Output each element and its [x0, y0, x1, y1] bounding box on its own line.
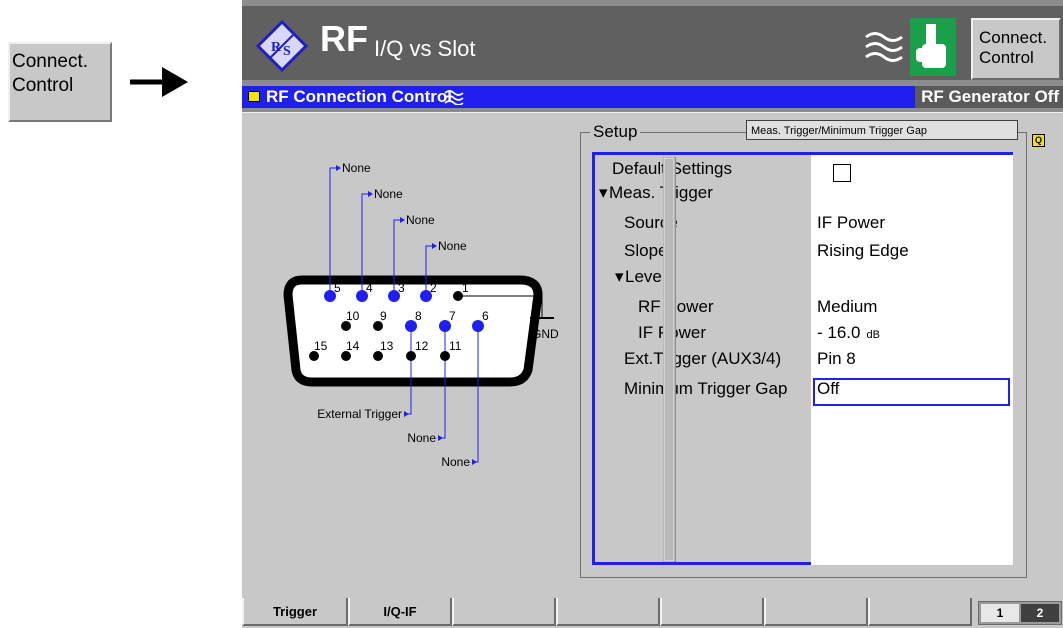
row-value: IF Power — [817, 213, 886, 232]
row-ext-trigger[interactable]: Ext.Trigger (AUX3/4) Pin 8 — [595, 349, 1010, 373]
svg-text:S: S — [283, 44, 291, 59]
pin-number: 7 — [449, 309, 456, 323]
pin-number: 1 — [462, 281, 469, 295]
softkey-tab-bar: Trigger I/Q-IF 1 2 — [242, 598, 1063, 628]
tab-empty-6[interactable] — [764, 598, 868, 626]
row-value: Pin 8 — [817, 349, 856, 368]
pin-label-8: External Trigger — [317, 407, 402, 421]
page-selector[interactable]: 1 2 — [978, 601, 1062, 625]
menu-wave-icon — [444, 90, 464, 105]
instrument-screen: R S RF I/Q vs Slot Connect. Control RF C… — [242, 0, 1063, 628]
pin-number: 4 — [366, 281, 373, 295]
pin-label-4: None — [374, 187, 403, 201]
app-subtitle: I/Q vs Slot — [374, 36, 476, 61]
external-button-line2: Control — [12, 75, 74, 96]
hand-pointer-icon[interactable] — [910, 18, 956, 76]
row-value: - 16.0 dB — [817, 323, 880, 343]
rf-wave-icon — [865, 32, 903, 62]
pin-number: 13 — [380, 339, 394, 353]
row-label: Meas. Trigger — [609, 183, 713, 202]
pin-label-6: None — [441, 455, 470, 469]
row-label: Slope — [624, 241, 668, 260]
tab-trigger[interactable]: Trigger — [242, 598, 348, 626]
pin-number: 9 — [380, 309, 387, 323]
pin-label-5: None — [342, 161, 371, 175]
pin-label-7: None — [407, 431, 436, 445]
menu-bar: RF Connection Control RF Generator Off — [242, 86, 1063, 108]
ground-label: GND — [532, 327, 559, 341]
pin-number: 2 — [430, 281, 437, 295]
pin-number: 15 — [314, 339, 328, 353]
tab-empty-3[interactable] — [452, 598, 556, 626]
aux-connector-diagram: 5 4 3 2 1 10 9 8 7 6 15 14 13 12 11 None… — [283, 161, 559, 469]
selected-field[interactable] — [813, 378, 1010, 406]
connect-control-line1: Connect. — [979, 28, 1048, 47]
pin-label-2: None — [438, 239, 467, 253]
pin-number: 8 — [415, 309, 422, 323]
row-source[interactable]: Source IF Power — [595, 213, 1010, 237]
collapse-triangle-icon[interactable]: ▾ — [615, 267, 624, 287]
collapse-triangle-icon[interactable]: ▾ — [599, 183, 608, 203]
app-title: RF — [320, 18, 368, 59]
external-connect-control-button[interactable]: Connect. Control — [8, 42, 112, 122]
row-label: Level — [625, 267, 666, 286]
row-rf-power[interactable]: RF Power Medium — [595, 297, 1010, 321]
page-2-button[interactable]: 2 — [1021, 604, 1059, 622]
row-label: Minimum Trigger Gap — [624, 379, 788, 398]
menu-indicator-icon — [248, 91, 260, 102]
rf-generator-status: RF Generator Off — [915, 86, 1063, 108]
row-label: Ext.Trigger (AUX3/4) — [624, 349, 782, 368]
if-power-value: - 16.0 — [817, 323, 861, 342]
pin-label-3: None — [406, 213, 435, 227]
tab-empty-5[interactable] — [660, 598, 764, 626]
quick-info-icon[interactable]: Q — [1032, 134, 1045, 147]
row-meas-trigger[interactable]: ▾ Meas. Trigger — [595, 183, 1010, 207]
row-default-settings[interactable]: Default Settings — [595, 159, 1010, 183]
pin-number: 3 — [398, 281, 405, 295]
rs-logo-icon: R S — [256, 20, 308, 72]
page-1-button[interactable]: 1 — [981, 604, 1019, 622]
default-settings-checkbox[interactable] — [833, 164, 851, 182]
pin-number: 11 — [449, 339, 462, 353]
row-level[interactable]: ▾ Level — [595, 267, 1010, 291]
pin-number: 14 — [346, 339, 360, 353]
connect-control-line2: Control — [979, 48, 1034, 67]
tab-empty-4[interactable] — [556, 598, 660, 626]
menu-title: RF Connection Control — [266, 87, 453, 106]
row-value: Rising Edge — [817, 241, 909, 260]
row-if-power[interactable]: IF Power - 16.0 dB — [595, 323, 1010, 347]
pin-number: 5 — [334, 281, 341, 295]
external-button-line1: Connect. — [12, 51, 89, 72]
row-value: Medium — [817, 297, 878, 316]
row-slope[interactable]: Slope Rising Edge — [595, 241, 1010, 265]
context-hint: Meas. Trigger/Minimum Trigger Gap — [746, 120, 1018, 140]
title-bar: R S RF I/Q vs Slot Connect. Control — [242, 6, 1063, 80]
tab-iq-if[interactable]: I/Q-IF — [348, 598, 452, 626]
if-power-unit: dB — [866, 329, 880, 341]
setup-label: Setup — [590, 122, 641, 142]
setup-table: Default Settings ▾ Meas. Trigger Source … — [592, 152, 1013, 565]
scrollbar[interactable] — [663, 157, 676, 562]
tab-empty-7[interactable] — [868, 598, 972, 626]
pin-number: 6 — [482, 309, 489, 323]
pin-number: 12 — [415, 339, 429, 353]
right-arrow-icon — [130, 67, 188, 97]
connect-control-button[interactable]: Connect. Control — [971, 18, 1061, 80]
pin-number: 10 — [346, 309, 360, 323]
